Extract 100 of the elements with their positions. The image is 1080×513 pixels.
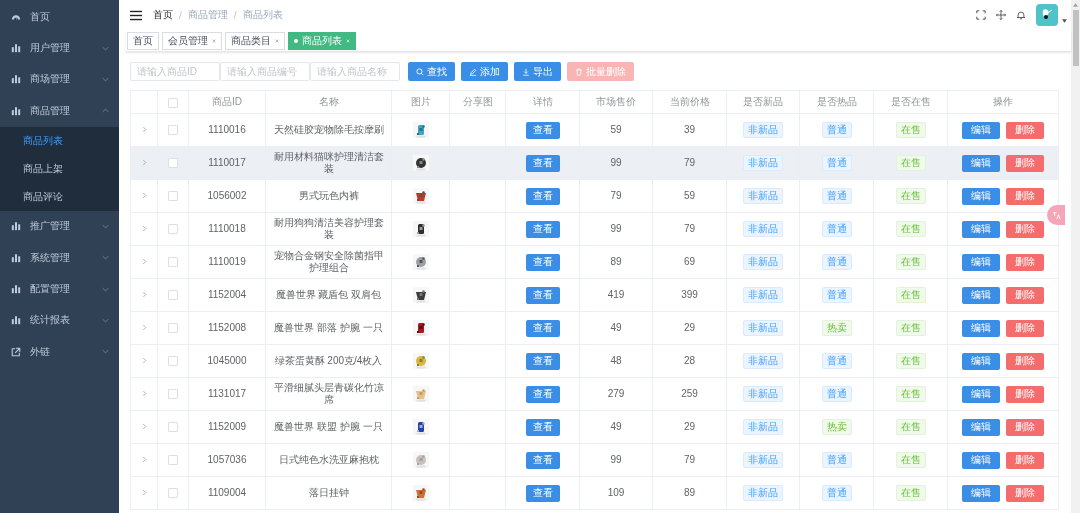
table-row[interactable]: 1152008 魔兽世界 部落 护腕 一只 查看 49 29 非新品 热卖 在售 编辑 删除 xyxy=(130,311,1059,345)
caret-icon[interactable] xyxy=(1062,19,1067,23)
edit-button[interactable]: 编辑 xyxy=(962,451,1000,469)
checkbox[interactable] xyxy=(168,290,178,301)
edit-button[interactable]: 编辑 xyxy=(962,121,1000,139)
checkbox[interactable] xyxy=(168,356,178,367)
table-row[interactable]: 1057036 日式纯色水洗亚麻抱枕 查看 99 79 非新品 普通 在售 编辑 删除 xyxy=(130,443,1059,477)
checkbox[interactable] xyxy=(168,488,178,499)
fullscreen-icon[interactable] xyxy=(976,10,986,20)
menu-item[interactable]: 外链 xyxy=(0,336,119,368)
delete-button[interactable]: 删除 xyxy=(1006,352,1044,370)
expand-icon[interactable] xyxy=(141,357,147,364)
table-row[interactable]: 1110019 宠物合金钢安全除菌指甲护理组合 查看 89 69 非新品 普通 在售 编辑 删除 xyxy=(130,245,1059,279)
view-button[interactable]: 查看 xyxy=(525,253,560,271)
edit-button[interactable]: 编辑 xyxy=(962,484,1000,502)
expand-icon[interactable] xyxy=(141,324,147,331)
delete-button[interactable]: 删除 xyxy=(1006,484,1044,502)
search-button[interactable]: 查找 xyxy=(408,62,455,81)
table-row[interactable]: 1152004 魔兽世界 藏盾包 双肩包 查看 419 399 非新品 普通 在售 编辑 删除 xyxy=(130,278,1059,312)
delete-button[interactable]: 删除 xyxy=(1006,220,1044,238)
table-row[interactable]: 1131017 平滑细腻头层青碳化竹凉席 查看 279 259 非新品 普通 在售 编辑 删除 xyxy=(130,377,1059,411)
checkbox[interactable] xyxy=(168,224,178,235)
checkbox[interactable] xyxy=(168,389,178,400)
view-button[interactable]: 查看 xyxy=(525,220,560,238)
submenu-item[interactable]: 商品上架 xyxy=(0,154,119,183)
view-button[interactable]: 查看 xyxy=(525,286,560,304)
delete-button[interactable]: 删除 xyxy=(1006,418,1044,436)
view-button[interactable]: 查看 xyxy=(525,121,560,139)
menu-item[interactable]: 商场管理 xyxy=(0,63,119,96)
delete-button[interactable]: 删除 xyxy=(1006,121,1044,139)
add-button[interactable]: 添加 xyxy=(461,62,508,81)
edit-button[interactable]: 编辑 xyxy=(962,187,1000,205)
scroll-up-icon[interactable] xyxy=(1073,3,1078,7)
bell-icon[interactable] xyxy=(1016,10,1026,20)
checkbox[interactable] xyxy=(168,422,178,433)
tab[interactable]: 会员管理 xyxy=(162,31,222,50)
scrollbar[interactable] xyxy=(1071,0,1080,513)
breadcrumb-link[interactable]: 首页 xyxy=(153,8,173,22)
submenu-item[interactable]: 商品列表 xyxy=(0,126,119,155)
menu-item[interactable]: 用户管理 xyxy=(0,32,119,64)
table-row[interactable]: 1152009 魔兽世界 联盟 护腕 一只 查看 49 29 非新品 热卖 在售 编辑 删除 xyxy=(130,410,1059,444)
edit-button[interactable]: 编辑 xyxy=(962,253,1000,271)
menu-item[interactable]: 推广管理 xyxy=(0,210,119,242)
delete-button[interactable]: 删除 xyxy=(1006,319,1044,337)
delete-button[interactable]: 删除 xyxy=(1006,187,1044,205)
move-icon[interactable] xyxy=(996,10,1006,20)
table-row[interactable]: 1110018 耐用狗狗清洁美容护理套装 查看 99 79 非新品 普通 在售 编辑 删除 xyxy=(130,212,1059,246)
table-row[interactable]: 1110017 耐用材料猫咪护理清洁套装 查看 99 79 非新品 普通 在售 编辑 删除 xyxy=(130,146,1059,180)
view-button[interactable]: 查看 xyxy=(525,484,560,502)
edit-button[interactable]: 编辑 xyxy=(962,220,1000,238)
expand-icon[interactable] xyxy=(141,159,147,166)
view-button[interactable]: 查看 xyxy=(525,187,560,205)
tab[interactable]: 首页 xyxy=(127,31,159,50)
view-button[interactable]: 查看 xyxy=(525,385,560,403)
expand-icon[interactable] xyxy=(141,456,147,463)
menu-item[interactable]: 系统管理 xyxy=(0,241,119,274)
edit-button[interactable]: 编辑 xyxy=(962,154,1000,172)
view-button[interactable]: 查看 xyxy=(525,319,560,337)
expand-icon[interactable] xyxy=(141,489,147,496)
checkbox[interactable] xyxy=(168,257,178,268)
expand-icon[interactable] xyxy=(141,390,147,397)
table-row[interactable]: 1045000 绿茶蛋黄酥 200克/4枚入 查看 48 28 非新品 普通 在售 编辑 删除 xyxy=(130,344,1059,378)
menu-item[interactable]: 商品管理 xyxy=(0,95,119,127)
delete-button[interactable]: 删除 xyxy=(1006,253,1044,271)
edit-button[interactable]: 编辑 xyxy=(962,286,1000,304)
tab[interactable]: 商品类目 xyxy=(225,31,285,50)
menu-item[interactable]: 统计报表 xyxy=(0,304,119,337)
expand-icon[interactable] xyxy=(141,423,147,430)
edit-button[interactable]: 编辑 xyxy=(962,352,1000,370)
expand-icon[interactable] xyxy=(141,126,147,133)
checkbox[interactable] xyxy=(168,97,178,108)
delete-button[interactable]: 删除 xyxy=(1006,154,1044,172)
edit-button[interactable]: 编辑 xyxy=(962,418,1000,436)
delete-button[interactable]: 删除 xyxy=(1006,385,1044,403)
checkbox[interactable] xyxy=(168,323,178,334)
expand-icon[interactable] xyxy=(141,225,147,232)
checkbox[interactable] xyxy=(168,125,178,136)
delete-button[interactable]: 删除 xyxy=(1006,451,1044,469)
edit-button[interactable]: 编辑 xyxy=(962,319,1000,337)
table-row[interactable]: 1110016 天然硅胶宠物除毛按摩刷 查看 59 39 非新品 普通 在售 编辑 删除 xyxy=(130,113,1059,147)
export-button[interactable]: 导出 xyxy=(514,62,561,81)
submenu-item[interactable]: 商品评论 xyxy=(0,182,119,211)
edit-button[interactable]: 编辑 xyxy=(962,385,1000,403)
menu-icon[interactable] xyxy=(130,9,142,21)
view-button[interactable]: 查看 xyxy=(525,451,560,469)
view-button[interactable]: 查看 xyxy=(525,418,560,436)
view-button[interactable]: 查看 xyxy=(525,154,560,172)
view-button[interactable]: 查看 xyxy=(525,352,560,370)
menu-item[interactable]: 配置管理 xyxy=(0,273,119,305)
checkbox[interactable] xyxy=(168,455,178,466)
delete-button[interactable]: 删除 xyxy=(1006,286,1044,304)
table-row[interactable]: 1109004 落日挂钟 查看 109 89 非新品 普通 在售 编辑 删除 xyxy=(130,476,1059,510)
expand-icon[interactable] xyxy=(141,291,147,298)
tab[interactable]: 商品列表 xyxy=(288,31,356,50)
expand-icon[interactable] xyxy=(141,192,147,199)
menu-item[interactable]: 首页 xyxy=(0,1,119,33)
checkbox[interactable] xyxy=(168,191,178,202)
table-row[interactable]: 1056002 男式玩色内裤 查看 79 59 非新品 普通 在售 编辑 删除 xyxy=(130,179,1059,213)
expand-icon[interactable] xyxy=(141,258,147,265)
avatar-icon[interactable] xyxy=(1036,4,1058,26)
